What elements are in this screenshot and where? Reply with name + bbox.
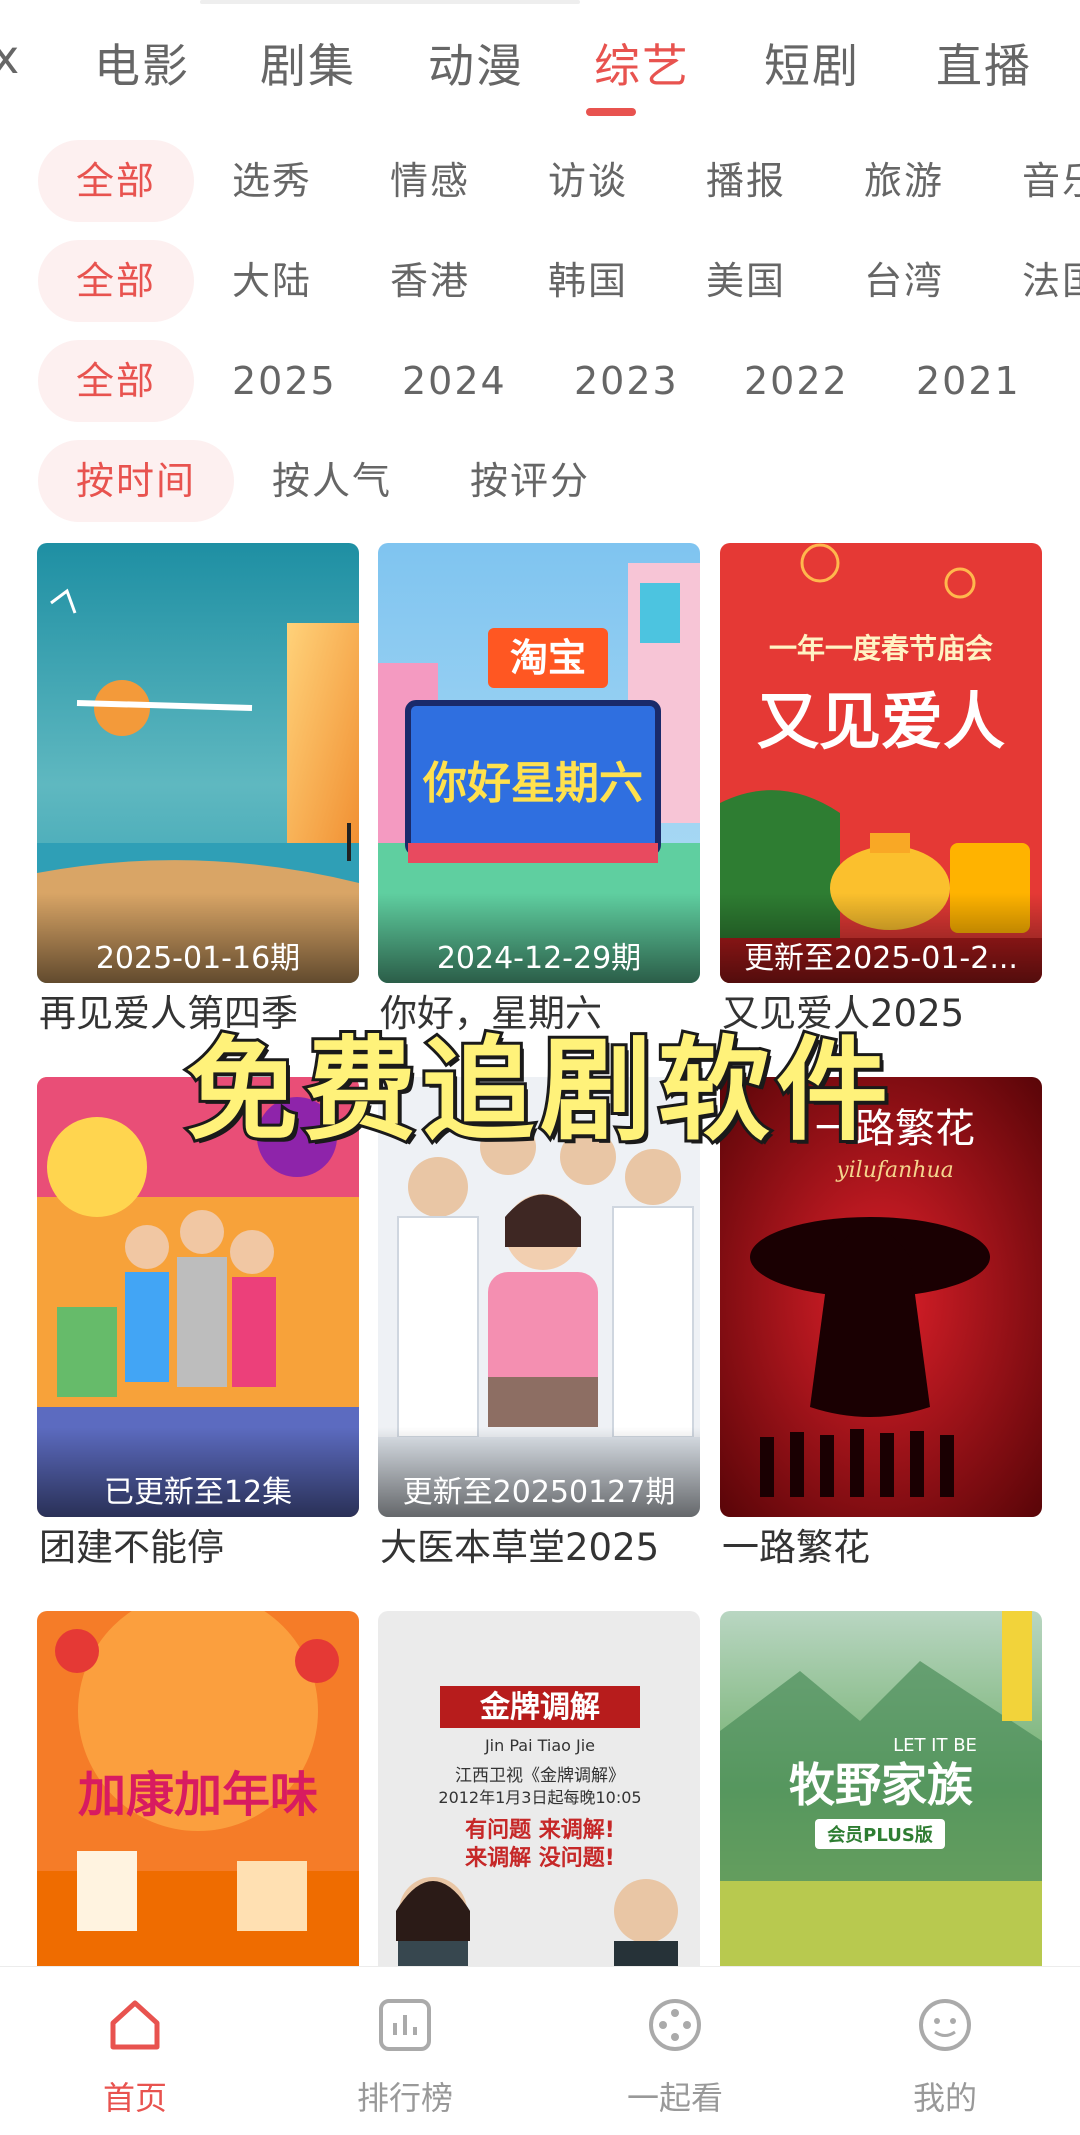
bottom-nav: 首页 排行榜 一起看 我的 [0, 1966, 1080, 2135]
poster-slogan1-text: 有问题 来调解! [465, 1817, 615, 1843]
genre-chip[interactable]: 访谈 [548, 140, 628, 222]
card-title[interactable]: 一路繁花 [720, 1523, 1042, 1573]
genre-chip-all[interactable]: 全部 [38, 140, 194, 222]
poster-main-text: 加康加年味 [78, 1767, 318, 1823]
episode-badge: 2025-01-16期 [95, 941, 301, 976]
tab-short-drama[interactable]: 短剧 [764, 30, 860, 96]
poster-brand-text: 淘宝 [510, 636, 586, 680]
tab-partial[interactable]: x [0, 30, 21, 84]
genre-chip[interactable]: 旅游 [864, 140, 944, 222]
sort-chip-by-popularity[interactable]: 按人气 [272, 440, 392, 522]
card-title[interactable]: 团建不能停 [37, 1523, 359, 1573]
nav-watch-together[interactable]: 一起看 [540, 1967, 810, 2135]
poster-en-text: LET IT BE [893, 1735, 977, 1756]
video-card[interactable]: 加康加年味 [37, 1611, 359, 1966]
tab-anime[interactable]: 动漫 [428, 30, 524, 96]
episode-badge: 2024-12-29期 [436, 941, 642, 976]
poster-pinyin-text: Jin Pai Tiao Jie [484, 1736, 595, 1755]
nav-label: 排行榜 [356, 2079, 453, 2117]
poster-main-text: 牧野家族 [789, 1758, 973, 1812]
poster-main-text: 又见爱人 [757, 685, 1005, 758]
year-chip[interactable]: 2025 [232, 340, 337, 422]
poster-image[interactable]: LET IT BE 牧野家族 会员PLUS版 [720, 1611, 1042, 1966]
video-card[interactable]: 金牌调解 Jin Pai Tiao Jie 江西卫视《金牌调解》 2012年1月… [378, 1611, 700, 1966]
overlay-caption: 免费追剧软件 [183, 1023, 894, 1159]
poster-art-new-year: 加康加年味 [37, 1611, 359, 1966]
year-chip[interactable]: 2023 [574, 340, 679, 422]
genre-chip[interactable]: 选秀 [232, 140, 312, 222]
poster-title-text: 你好星期六 [422, 758, 643, 809]
genre-chip[interactable]: 情感 [390, 140, 470, 222]
filter-row-sort: 按时间 按人气 按评分 [0, 440, 1080, 522]
nav-profile[interactable]: 我的 [810, 1967, 1080, 2135]
sort-chip-by-rating[interactable]: 按评分 [470, 440, 590, 522]
episode-badge: 更新至2025-01-2... [744, 941, 1018, 976]
poster-image[interactable]: 金牌调解 Jin Pai Tiao Jie 江西卫视《金牌调解》 2012年1月… [378, 1611, 700, 1966]
nav-ranking[interactable]: 排行榜 [270, 1967, 540, 2135]
region-chip[interactable]: 韩国 [548, 240, 628, 322]
watch-together-icon [649, 1999, 701, 2051]
card-title[interactable]: 大医本草堂2025 [378, 1523, 700, 1573]
nav-home[interactable]: 首页 [0, 1967, 270, 2135]
home-icon [110, 2000, 160, 2050]
filter-row-region: 全部 大陆 香港 韩国 美国 台湾 法国 [0, 240, 1080, 322]
nav-label: 首页 [102, 2079, 167, 2117]
ranking-icon [379, 1999, 431, 2051]
video-card[interactable]: 一年一度春节庙会 又见爱人 更新至2025-01-2... 又见爱人2025 [720, 543, 1042, 1039]
profile-icon [919, 1999, 971, 2051]
active-tab-indicator [586, 108, 636, 116]
poster-image[interactable]: 2025-01-16期 [37, 543, 359, 983]
poster-line2-text: 2012年1月3日起每晚10:05 [438, 1788, 641, 1807]
region-chip[interactable]: 大陆 [232, 240, 312, 322]
tab-live[interactable]: 直播 [936, 30, 1032, 96]
year-chip[interactable]: 2024 [402, 340, 507, 422]
region-chip[interactable]: 美国 [706, 240, 786, 322]
poster-slogan2-text: 来调解 没问题! [464, 1845, 615, 1871]
episode-badge: 已更新至12集 [103, 1475, 293, 1510]
video-card[interactable]: 2025-01-16期 再见爱人第四季 [37, 543, 359, 1039]
poster-line1-text: 江西卫视《金牌调解》 [455, 1766, 625, 1786]
genre-chip[interactable]: 播报 [706, 140, 786, 222]
year-chip[interactable]: 2021 [916, 340, 1021, 422]
tab-variety[interactable]: 综艺 [594, 30, 690, 96]
tab-movies[interactable]: 电影 [94, 30, 190, 96]
genre-chip[interactable]: 音乐 [1022, 140, 1080, 222]
video-card[interactable]: 淘宝 你好星期六 2024-12-29期 你好，星期六 [378, 543, 700, 1039]
region-chip[interactable]: 香港 [390, 240, 470, 322]
poster-image[interactable]: 加康加年味 [37, 1611, 359, 1966]
region-chip[interactable]: 法国 [1022, 240, 1080, 322]
poster-brand-text: 金牌调解 [479, 1690, 600, 1725]
poster-image[interactable]: 淘宝 你好星期六 2024-12-29期 [378, 543, 700, 983]
category-tabs: x 电影 剧集 动漫 综艺 短剧 直播 [0, 0, 1080, 130]
poster-image[interactable]: 一年一度春节庙会 又见爱人 更新至2025-01-2... [720, 543, 1042, 983]
poster-art-pasture: LET IT BE 牧野家族 会员PLUS版 [720, 1611, 1042, 1966]
nav-label: 我的 [912, 2079, 977, 2117]
poster-art-gold-mediation: 金牌调解 Jin Pai Tiao Jie 江西卫视《金牌调解》 2012年1月… [378, 1611, 700, 1966]
year-chip-all[interactable]: 全部 [38, 340, 194, 422]
poster-top-text: 一年一度春节庙会 [769, 632, 993, 665]
poster-tag-text: 会员PLUS版 [827, 1824, 933, 1846]
episode-badge: 更新至20250127期 [402, 1475, 676, 1510]
year-chip[interactable]: 2022 [744, 340, 849, 422]
video-card[interactable]: LET IT BE 牧野家族 会员PLUS版 [720, 1611, 1042, 1966]
region-chip-all[interactable]: 全部 [38, 240, 194, 322]
sort-chip-by-time[interactable]: 按时间 [38, 440, 234, 522]
tab-series[interactable]: 剧集 [260, 30, 356, 96]
filter-row-year: 全部 2025 2024 2023 2022 2021 [0, 340, 1080, 422]
nav-label: 一起看 [626, 2079, 723, 2117]
filter-row-genre: 全部 选秀 情感 访谈 播报 旅游 音乐 [0, 140, 1080, 222]
region-chip[interactable]: 台湾 [864, 240, 944, 322]
